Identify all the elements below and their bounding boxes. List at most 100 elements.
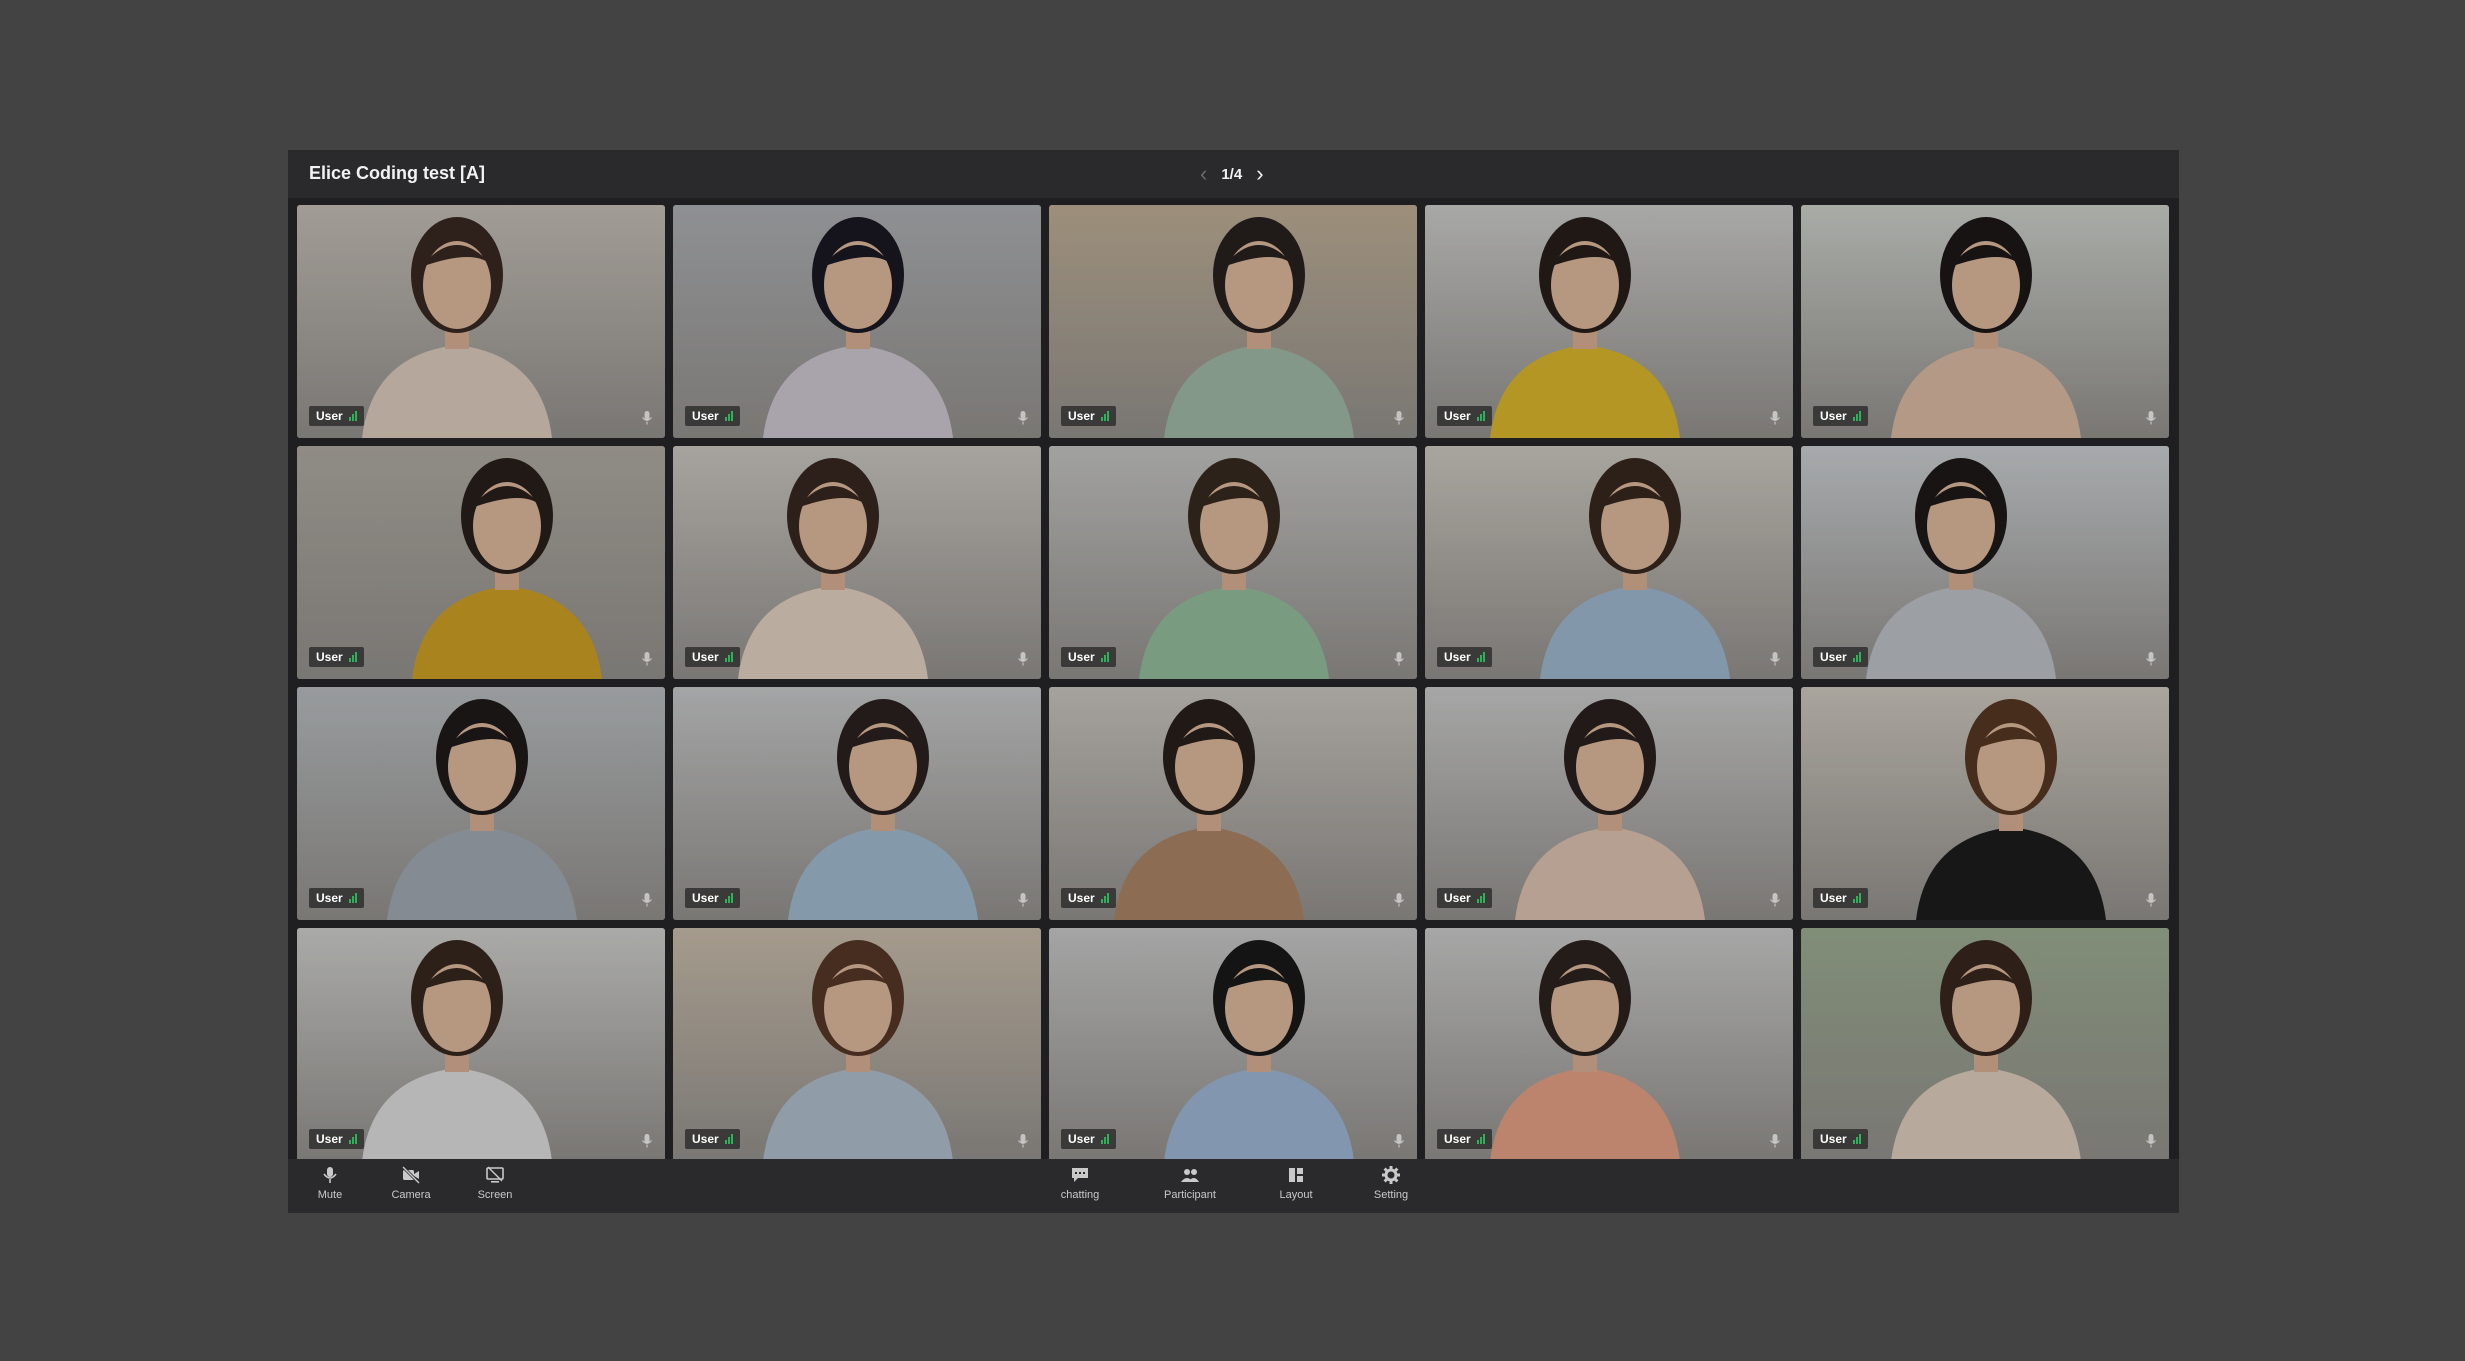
microphone-icon bbox=[2146, 411, 2156, 425]
participant-tile[interactable]: User bbox=[297, 205, 665, 438]
signal-strength-icon bbox=[724, 893, 733, 903]
participant-name-tag: User bbox=[1437, 888, 1492, 908]
participant-tile[interactable]: User bbox=[1049, 687, 1417, 920]
layout-button[interactable]: Layout bbox=[1264, 1165, 1328, 1209]
participant-button[interactable]: Participant bbox=[1158, 1165, 1222, 1209]
microphone-icon bbox=[642, 893, 652, 907]
chatting-button[interactable]: chatting bbox=[1048, 1165, 1112, 1209]
participant-tile[interactable]: User bbox=[297, 687, 665, 920]
video-overlay bbox=[1801, 928, 2169, 1161]
participant-name-tag: User bbox=[1437, 406, 1492, 426]
video-overlay bbox=[1425, 687, 1793, 920]
participant-tile[interactable]: User bbox=[1049, 205, 1417, 438]
toolbar-button-label: Layout bbox=[1279, 1189, 1313, 1201]
signal-strength-icon bbox=[1476, 652, 1485, 662]
participant-name-tag: User bbox=[309, 888, 364, 908]
meeting-title: Elice Coding test [A] bbox=[309, 163, 486, 183]
participant-name: User bbox=[1068, 1132, 1095, 1146]
participant-tile[interactable]: User bbox=[1425, 928, 1793, 1161]
participant-tile[interactable]: User bbox=[1425, 687, 1793, 920]
participant-tile[interactable]: User bbox=[1801, 687, 2169, 920]
participant-name: User bbox=[1068, 409, 1095, 423]
signal-strength-icon bbox=[348, 893, 357, 903]
participant-name: User bbox=[316, 1132, 343, 1146]
participant-name-tag: User bbox=[1061, 1129, 1116, 1149]
participant-tile[interactable]: User bbox=[1801, 928, 2169, 1161]
signal-strength-icon bbox=[724, 652, 733, 662]
camera-button[interactable]: Camera bbox=[379, 1165, 443, 1209]
participant-name-tag: User bbox=[685, 406, 740, 426]
participant-name-tag: User bbox=[1437, 647, 1492, 667]
previous-page-icon[interactable]: ‹ bbox=[1200, 163, 1207, 185]
video-overlay bbox=[673, 446, 1041, 679]
participant-tile[interactable]: User bbox=[1425, 205, 1793, 438]
participant-name-tag: User bbox=[1813, 647, 1868, 667]
microphone-icon bbox=[1394, 411, 1404, 425]
signal-strength-icon bbox=[348, 652, 357, 662]
participant-name-tag: User bbox=[685, 647, 740, 667]
participants-icon bbox=[1181, 1169, 1199, 1182]
signal-strength-icon bbox=[348, 411, 357, 421]
signal-strength-icon bbox=[1852, 893, 1861, 903]
microphone-icon bbox=[642, 411, 652, 425]
video-overlay bbox=[297, 687, 665, 920]
page-navigator: ‹ 1/4 › bbox=[1200, 160, 1264, 188]
chat-icon bbox=[1072, 1168, 1088, 1182]
participant-name-tag: User bbox=[1061, 888, 1116, 908]
toolbar-button-label: Camera bbox=[391, 1189, 431, 1201]
participant-name: User bbox=[1068, 891, 1095, 905]
participant-name: User bbox=[1444, 891, 1471, 905]
mute-button[interactable]: Mute bbox=[298, 1165, 362, 1209]
toolbar-button-label: Screen bbox=[477, 1189, 513, 1201]
signal-strength-icon bbox=[1100, 411, 1109, 421]
participant-name: User bbox=[316, 891, 343, 905]
microphone-icon bbox=[2146, 652, 2156, 666]
participant-name: User bbox=[316, 409, 343, 423]
participant-tile[interactable]: User bbox=[673, 928, 1041, 1161]
screen-button[interactable]: Screen bbox=[463, 1165, 527, 1209]
video-overlay bbox=[1049, 687, 1417, 920]
participant-name-tag: User bbox=[1813, 888, 1868, 908]
toolbar-button-label: Setting bbox=[1373, 1189, 1409, 1201]
setting-button[interactable]: Setting bbox=[1359, 1165, 1423, 1209]
signal-strength-icon bbox=[724, 411, 733, 421]
microphone-icon bbox=[1394, 652, 1404, 666]
participant-tile[interactable]: User bbox=[673, 205, 1041, 438]
microphone-icon bbox=[1770, 1134, 1780, 1148]
participant-tile[interactable]: User bbox=[1801, 205, 2169, 438]
participant-name-tag: User bbox=[685, 888, 740, 908]
microphone-icon bbox=[1018, 411, 1028, 425]
video-grid: User User User User User User User User User User… bbox=[297, 205, 2172, 1161]
participant-tile[interactable]: User bbox=[673, 446, 1041, 679]
signal-strength-icon bbox=[1100, 893, 1109, 903]
signal-strength-icon bbox=[1476, 893, 1485, 903]
participant-tile[interactable]: User bbox=[297, 928, 665, 1161]
video-overlay bbox=[1049, 928, 1417, 1161]
participant-name: User bbox=[1444, 1132, 1471, 1146]
participant-name: User bbox=[692, 409, 719, 423]
video-overlay bbox=[1801, 205, 2169, 438]
participant-name: User bbox=[692, 650, 719, 664]
next-page-icon[interactable]: › bbox=[1256, 163, 1263, 185]
video-overlay bbox=[1801, 446, 2169, 679]
participant-tile[interactable]: User bbox=[673, 687, 1041, 920]
participant-tile[interactable]: User bbox=[297, 446, 665, 679]
layout-icon bbox=[1289, 1168, 1303, 1182]
signal-strength-icon bbox=[348, 1134, 357, 1144]
screen-share-off-icon bbox=[486, 1166, 504, 1183]
microphone-icon bbox=[1770, 411, 1780, 425]
camera-off-icon bbox=[401, 1165, 421, 1185]
video-overlay bbox=[297, 205, 665, 438]
page-indicator: 1/4 bbox=[1221, 165, 1243, 183]
title-bar: Elice Coding test [A] ‹ 1/4 › bbox=[288, 150, 2179, 198]
participant-tile[interactable]: User bbox=[1049, 928, 1417, 1161]
microphone-icon bbox=[1770, 893, 1780, 907]
participant-tile[interactable]: User bbox=[1425, 446, 1793, 679]
microphone-icon bbox=[2146, 1134, 2156, 1148]
signal-strength-icon bbox=[1852, 411, 1861, 421]
participant-name-tag: User bbox=[685, 1129, 740, 1149]
participant-tile[interactable]: User bbox=[1049, 446, 1417, 679]
microphone-icon bbox=[323, 1167, 337, 1183]
microphone-icon bbox=[1018, 652, 1028, 666]
participant-tile[interactable]: User bbox=[1801, 446, 2169, 679]
